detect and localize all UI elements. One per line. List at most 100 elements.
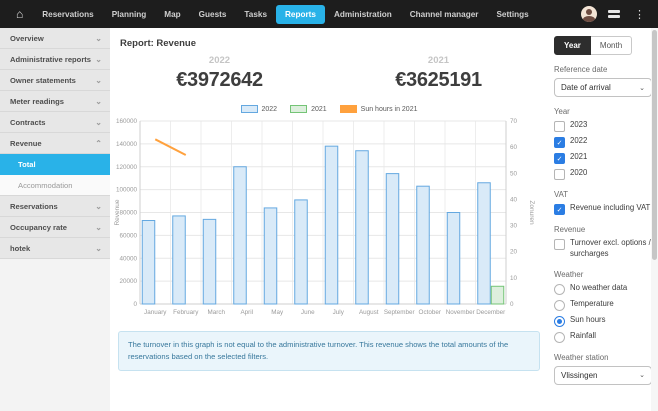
sidebar-item-occupancy-rate[interactable]: Occupancy rate⌄ bbox=[0, 217, 110, 238]
page-title: Report: Revenue bbox=[120, 38, 548, 49]
nav-item-reservations[interactable]: Reservations bbox=[33, 5, 102, 24]
page-container: ⌂ ReservationsPlanningMapGuestsTasksRepo… bbox=[0, 0, 658, 411]
option-label: Turnover excl. options / surcharges bbox=[570, 238, 654, 260]
revenue-options: Turnover excl. options / surcharges bbox=[554, 238, 654, 260]
svg-text:January: January bbox=[144, 309, 167, 316]
svg-text:100000: 100000 bbox=[116, 187, 138, 194]
sidebar-item-label: Revenue bbox=[10, 139, 42, 148]
kebab-menu-icon[interactable]: ⋮ bbox=[631, 8, 648, 21]
chevron-down-icon: ⌄ bbox=[639, 371, 645, 379]
bar-2022-august bbox=[356, 151, 369, 304]
nav-item-tasks[interactable]: Tasks bbox=[235, 5, 276, 24]
radio-rainfall[interactable]: Rainfall bbox=[554, 331, 654, 343]
sidebar: Overview⌄Administrative reports⌄Owner st… bbox=[0, 28, 110, 411]
weather-station-select[interactable]: Vlissingen ⌄ bbox=[554, 366, 652, 385]
legend-item-2022[interactable]: 2022 bbox=[241, 105, 278, 113]
option-label: 2022 bbox=[570, 136, 587, 147]
legend-item-2021[interactable]: 2021 bbox=[290, 105, 327, 113]
revenue-chart[interactable]: 0200004000060000800001000001200001400001… bbox=[110, 115, 540, 325]
revenue-section-label: Revenue bbox=[554, 225, 654, 234]
view-toggle: YearMonth bbox=[554, 36, 654, 55]
legend-item-sun-hours-in-2021[interactable]: Sun hours in 2021 bbox=[340, 105, 418, 113]
chevron-down-icon: ⌄ bbox=[95, 55, 102, 64]
bar-2022-november bbox=[447, 213, 460, 305]
checkbox-turnover-excl-options-surcharges[interactable]: Turnover excl. options / surcharges bbox=[554, 238, 654, 260]
reference-date-select[interactable]: Date of arrival ⌄ bbox=[554, 78, 652, 97]
sidebar-item-hotek[interactable]: hotek⌄ bbox=[0, 238, 110, 259]
checkbox-icon bbox=[554, 239, 565, 250]
checkbox-revenue-including-vat[interactable]: ✓ Revenue including VAT bbox=[554, 203, 654, 215]
nav-right: ⋮ bbox=[581, 6, 648, 22]
sidebar-list: Overview⌄Administrative reports⌄Owner st… bbox=[0, 28, 110, 259]
sidebar-item-label: Contracts bbox=[10, 118, 45, 127]
vat-options: ✓ Revenue including VAT bbox=[554, 203, 654, 215]
checkbox-2022[interactable]: ✓ 2022 bbox=[554, 136, 654, 148]
nav-item-settings[interactable]: Settings bbox=[487, 5, 537, 24]
sidebar-item-administrative-reports[interactable]: Administrative reports⌄ bbox=[0, 49, 110, 70]
vat-section-label: VAT bbox=[554, 190, 654, 199]
svg-text:20000: 20000 bbox=[119, 278, 137, 285]
sidebar-item-reservations[interactable]: Reservations⌄ bbox=[0, 196, 110, 217]
svg-text:July: July bbox=[333, 309, 345, 316]
chevron-down-icon: ⌄ bbox=[95, 223, 102, 232]
option-label: 2020 bbox=[570, 168, 587, 179]
sidebar-subitem-accommodation[interactable]: Accommodation bbox=[0, 175, 110, 196]
nav-item-reports[interactable]: Reports bbox=[276, 5, 325, 24]
year-options: 2023 ✓ 2022 ✓2021 2020 bbox=[554, 120, 654, 180]
checkbox-icon: ✓ bbox=[554, 137, 565, 148]
svg-text:0: 0 bbox=[133, 301, 137, 308]
checkbox-icon bbox=[554, 169, 565, 180]
svg-text:November: November bbox=[446, 309, 475, 316]
sidebar-item-contracts[interactable]: Contracts⌄ bbox=[0, 112, 110, 133]
legend-swatch bbox=[340, 105, 357, 113]
sidebar-item-owner-statements[interactable]: Owner statements⌄ bbox=[0, 70, 110, 91]
disclaimer-note: The turnover in this graph is not equal … bbox=[118, 331, 540, 371]
sidebar-item-revenue[interactable]: Revenue⌃ bbox=[0, 133, 110, 154]
sidebar-item-label: Owner statements bbox=[10, 76, 76, 85]
svg-text:September: September bbox=[384, 309, 415, 316]
radio-icon bbox=[554, 332, 565, 343]
radio-icon bbox=[554, 300, 565, 311]
cards-icon[interactable] bbox=[608, 10, 620, 18]
chevron-down-icon: ⌄ bbox=[95, 97, 102, 106]
home-icon[interactable]: ⌂ bbox=[16, 8, 23, 20]
radio-temperature[interactable]: Temperature bbox=[554, 299, 654, 311]
year-summary-2021: 2021€3625191 bbox=[329, 55, 548, 92]
legend-swatch bbox=[290, 105, 307, 113]
chart-legend: 2022 2021 Sun hours in 2021 bbox=[110, 105, 548, 113]
option-label: Revenue including VAT bbox=[570, 203, 650, 214]
chevron-down-icon: ⌄ bbox=[639, 84, 645, 92]
svg-text:40000: 40000 bbox=[119, 255, 137, 262]
sidebar-subitem-total[interactable]: Total bbox=[0, 154, 110, 175]
nav-item-planning[interactable]: Planning bbox=[103, 5, 156, 24]
sidebar-item-meter-readings[interactable]: Meter readings⌄ bbox=[0, 91, 110, 112]
bar-2022-july bbox=[325, 146, 338, 304]
radio-sun-hours[interactable]: Sun hours bbox=[554, 315, 654, 327]
nav-item-channel-manager[interactable]: Channel manager bbox=[401, 5, 488, 24]
main-content: Report: Revenue 2022€39726422021€3625191… bbox=[110, 28, 548, 371]
scrollbar-thumb[interactable] bbox=[652, 30, 657, 260]
svg-text:60000: 60000 bbox=[119, 232, 137, 239]
svg-text:50: 50 bbox=[510, 170, 518, 177]
checkbox-icon: ✓ bbox=[554, 204, 565, 215]
checkbox-icon bbox=[554, 121, 565, 132]
svg-text:October: October bbox=[419, 309, 441, 316]
svg-text:160000: 160000 bbox=[116, 118, 138, 125]
checkbox-2020[interactable]: 2020 bbox=[554, 168, 654, 180]
bar-2022-april bbox=[234, 167, 247, 304]
avatar[interactable] bbox=[581, 6, 597, 22]
toggle-month[interactable]: Month bbox=[591, 36, 632, 55]
weather-station-label: Weather station bbox=[554, 353, 654, 362]
nav-item-map[interactable]: Map bbox=[155, 5, 189, 24]
checkbox-2021[interactable]: ✓2021 bbox=[554, 152, 654, 164]
nav-item-guests[interactable]: Guests bbox=[190, 5, 236, 24]
legend-label: 2022 bbox=[262, 106, 278, 113]
toggle-year[interactable]: Year bbox=[554, 36, 591, 55]
option-label: No weather data bbox=[570, 283, 627, 294]
nav-item-administration[interactable]: Administration bbox=[325, 5, 401, 24]
chevron-down-icon: ⌄ bbox=[95, 244, 102, 253]
checkbox-2023[interactable]: 2023 bbox=[554, 120, 654, 132]
radio-no-weather-data[interactable]: No weather data bbox=[554, 283, 654, 295]
sidebar-item-overview[interactable]: Overview⌄ bbox=[0, 28, 110, 49]
option-label: Temperature bbox=[570, 299, 614, 310]
